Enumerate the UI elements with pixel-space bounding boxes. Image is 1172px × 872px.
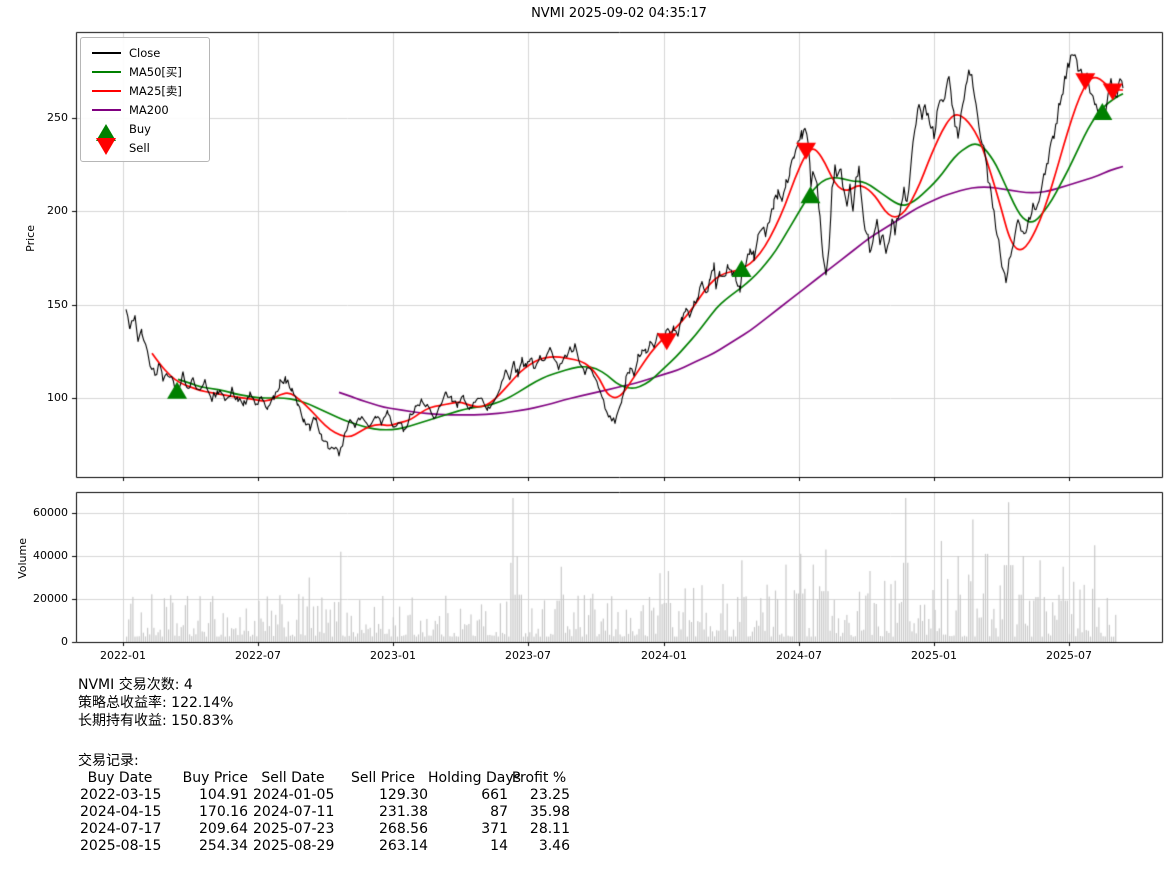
trade-records-section: 交易记录: Buy DateBuy PriceSell DateSell Pri… (78, 753, 570, 855)
price-tick-label: 250 (16, 111, 68, 124)
figure-area: NVMI 2025-09-02 04:35:17 Price Volume Cl… (0, 0, 1172, 662)
chart-legend: Close MA50[买] MA25[卖] MA200 Buy Sell (80, 37, 210, 162)
legend-item-sell: Sell (89, 138, 203, 157)
price-tick-label: 200 (16, 204, 68, 217)
trade-cell: 3.46 (508, 838, 570, 855)
trade-col-header: Profit % (508, 770, 570, 787)
x-tick-label: 2025-07 (1034, 649, 1104, 662)
trade-col-header: Sell Date (248, 770, 338, 787)
strategy-stats: NVMI 交易次数: 4 策略总收益率: 122.14% 长期持有收益: 150… (78, 676, 233, 730)
trade-cell: 263.14 (338, 838, 428, 855)
trade-cell: 2022-03-15 (78, 787, 162, 804)
price-axis-label: Price (24, 225, 37, 252)
price-tick-label: 100 (16, 391, 68, 404)
strategy-return-line: 策略总收益率: 122.14% (78, 694, 233, 712)
ma50-line-swatch (92, 71, 121, 73)
trade-cell: 2024-07-11 (248, 804, 338, 821)
x-tick-label: 2023-07 (493, 649, 563, 662)
volume-tick-label: 20000 (16, 592, 68, 605)
trade-col-header: Buy Date (78, 770, 162, 787)
trade-cell: 104.91 (162, 787, 248, 804)
trade-cell: 209.64 (162, 821, 248, 838)
trade-cell: 35.98 (508, 804, 570, 821)
trade-cell: 231.38 (338, 804, 428, 821)
trade-cell: 129.30 (338, 787, 428, 804)
trade-row: 2025-08-15254.342025-08-29263.14143.46 (78, 838, 570, 855)
trade-cell: 2025-08-15 (78, 838, 162, 855)
trade-cell: 14 (428, 838, 508, 855)
legend-label: MA25[卖] (129, 83, 182, 99)
trade-cell: 2025-08-29 (248, 838, 338, 855)
trade-row: 2024-07-17209.642025-07-23268.5637128.11 (78, 821, 570, 838)
x-tick-label: 2022-01 (88, 649, 158, 662)
trade-cell: 28.11 (508, 821, 570, 838)
trade-cell: 2025-07-23 (248, 821, 338, 838)
trade-row: 2022-03-15104.912024-01-05129.3066123.25 (78, 787, 570, 804)
legend-label: Buy (129, 122, 151, 136)
buyhold-return-line: 长期持有收益: 150.83% (78, 712, 233, 730)
x-tick-label: 2023-01 (358, 649, 428, 662)
trade-count-line: NVMI 交易次数: 4 (78, 676, 233, 694)
trade-cell: 87 (428, 804, 508, 821)
x-tick-label: 2022-07 (223, 649, 293, 662)
legend-item-ma25: MA25[卖] (89, 81, 203, 100)
legend-item-ma50: MA50[买] (89, 62, 203, 81)
x-tick-label: 2024-01 (629, 649, 699, 662)
ma200-line-swatch (92, 109, 121, 111)
legend-label: MA50[买] (129, 64, 182, 80)
legend-item-close: Close (89, 43, 203, 62)
trade-col-header: Holding Days (428, 770, 508, 787)
x-tick-label: 2024-07 (764, 649, 834, 662)
ma25-line-swatch (92, 90, 121, 92)
volume-tick-label: 0 (16, 635, 68, 648)
volume-tick-label: 40000 (16, 549, 68, 562)
trade-cell: 371 (428, 821, 508, 838)
trade-cell: 170.16 (162, 804, 248, 821)
price-tick-label: 150 (16, 298, 68, 311)
stock-analysis-page: NVMI 2025-09-02 04:35:17 Price Volume Cl… (0, 0, 1172, 872)
trade-cell: 661 (428, 787, 508, 804)
trade-table-body: 2022-03-15104.912024-01-05129.3066123.25… (78, 787, 570, 855)
trade-cell: 254.34 (162, 838, 248, 855)
trade-cell: 268.56 (338, 821, 428, 838)
trade-row: 2024-04-15170.162024-07-11231.388735.98 (78, 804, 570, 821)
trade-cell: 2024-07-17 (78, 821, 162, 838)
legend-label: Sell (129, 141, 150, 155)
close-line-swatch (92, 52, 121, 54)
trade-cell: 23.25 (508, 787, 570, 804)
trade-col-header: Buy Price (162, 770, 248, 787)
legend-label: MA200 (129, 103, 169, 117)
trade-cell: 2024-01-05 (248, 787, 338, 804)
trade-cell: 2024-04-15 (78, 804, 162, 821)
chart-title: NVMI 2025-09-02 04:35:17 (76, 6, 1162, 21)
legend-label: Close (129, 46, 160, 60)
trade-col-header: Sell Price (338, 770, 428, 787)
trade-table-header: Buy DateBuy PriceSell DateSell PriceHold… (78, 770, 570, 787)
trade-records-heading: 交易记录: (78, 753, 570, 770)
x-tick-label: 2025-01 (899, 649, 969, 662)
sell-triangle-icon (96, 138, 116, 155)
volume-tick-label: 60000 (16, 506, 68, 519)
legend-item-buy: Buy (89, 119, 203, 138)
